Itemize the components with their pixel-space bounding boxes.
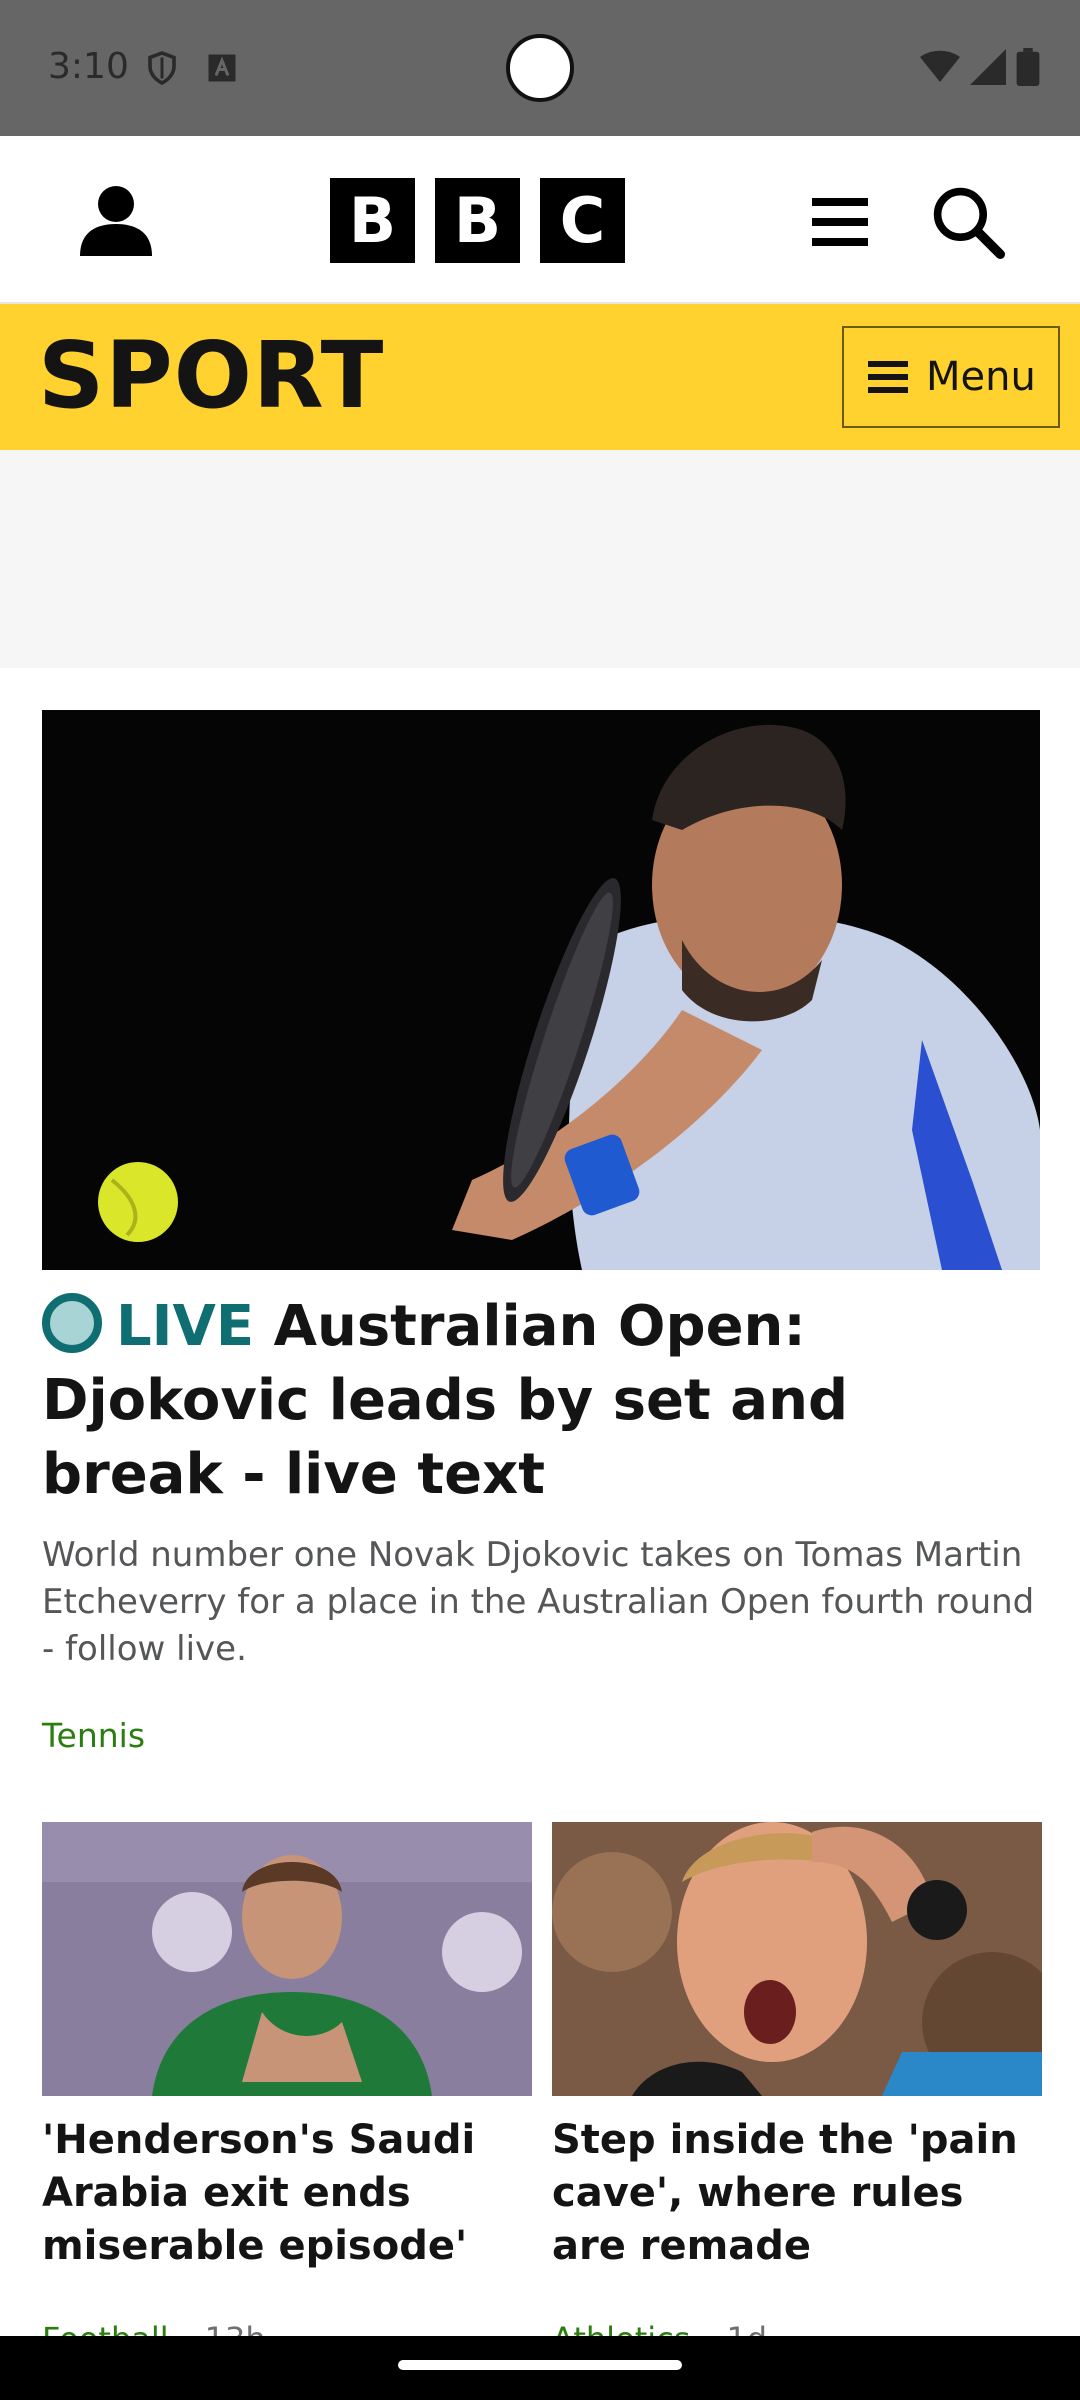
card-title[interactable]: 'Henderson's Saudi Arabia exit ends mise… bbox=[42, 2114, 522, 2273]
hero-headline[interactable]: LIVE Australian Open: Djokovic leads by … bbox=[42, 1290, 1042, 1512]
account-icon[interactable] bbox=[76, 180, 156, 260]
logo-letter: B bbox=[435, 178, 520, 263]
status-time: 3:10 bbox=[48, 46, 129, 87]
logo-letter: B bbox=[330, 178, 415, 263]
hamburger-menu-icon[interactable] bbox=[812, 198, 868, 246]
bbc-header: B B C bbox=[0, 136, 1080, 304]
sport-bar: SPORT Menu bbox=[0, 304, 1080, 450]
battery-icon bbox=[1016, 48, 1040, 86]
logo-letter: C bbox=[540, 178, 625, 263]
live-indicator-icon bbox=[42, 1293, 102, 1353]
keyboard-a-icon bbox=[208, 54, 236, 82]
card-image[interactable] bbox=[552, 1822, 1042, 2096]
system-nav-bar bbox=[0, 2336, 1080, 2400]
menu-label: Menu bbox=[926, 354, 1036, 400]
home-gesture-handle[interactable] bbox=[398, 2360, 682, 2370]
front-camera bbox=[506, 34, 574, 102]
hero-tag-link[interactable]: Tennis bbox=[42, 1716, 145, 1755]
hero-summary: World number one Novak Djokovic takes on… bbox=[42, 1535, 1035, 1669]
sport-title[interactable]: SPORT bbox=[38, 322, 384, 429]
bbc-logo[interactable]: B B C bbox=[330, 178, 625, 263]
card-title[interactable]: Step inside the 'pain cave', where rules… bbox=[552, 2114, 1032, 2273]
athlete-photo bbox=[552, 1822, 1042, 2096]
ad-placeholder bbox=[0, 450, 1080, 668]
menu-lines-icon bbox=[868, 361, 908, 393]
wifi-icon bbox=[920, 50, 960, 82]
tennis-player-photo bbox=[42, 710, 1040, 1270]
status-bar: 3:10 bbox=[0, 0, 1080, 136]
card-image[interactable] bbox=[42, 1822, 532, 2096]
menu-button[interactable]: Menu bbox=[842, 326, 1060, 428]
shield-icon bbox=[148, 51, 176, 86]
hero-image[interactable] bbox=[42, 710, 1040, 1270]
signal-icon bbox=[970, 49, 1006, 85]
live-label: LIVE bbox=[116, 1294, 255, 1359]
football-player-photo bbox=[42, 1822, 532, 2096]
search-icon[interactable] bbox=[930, 184, 1006, 260]
